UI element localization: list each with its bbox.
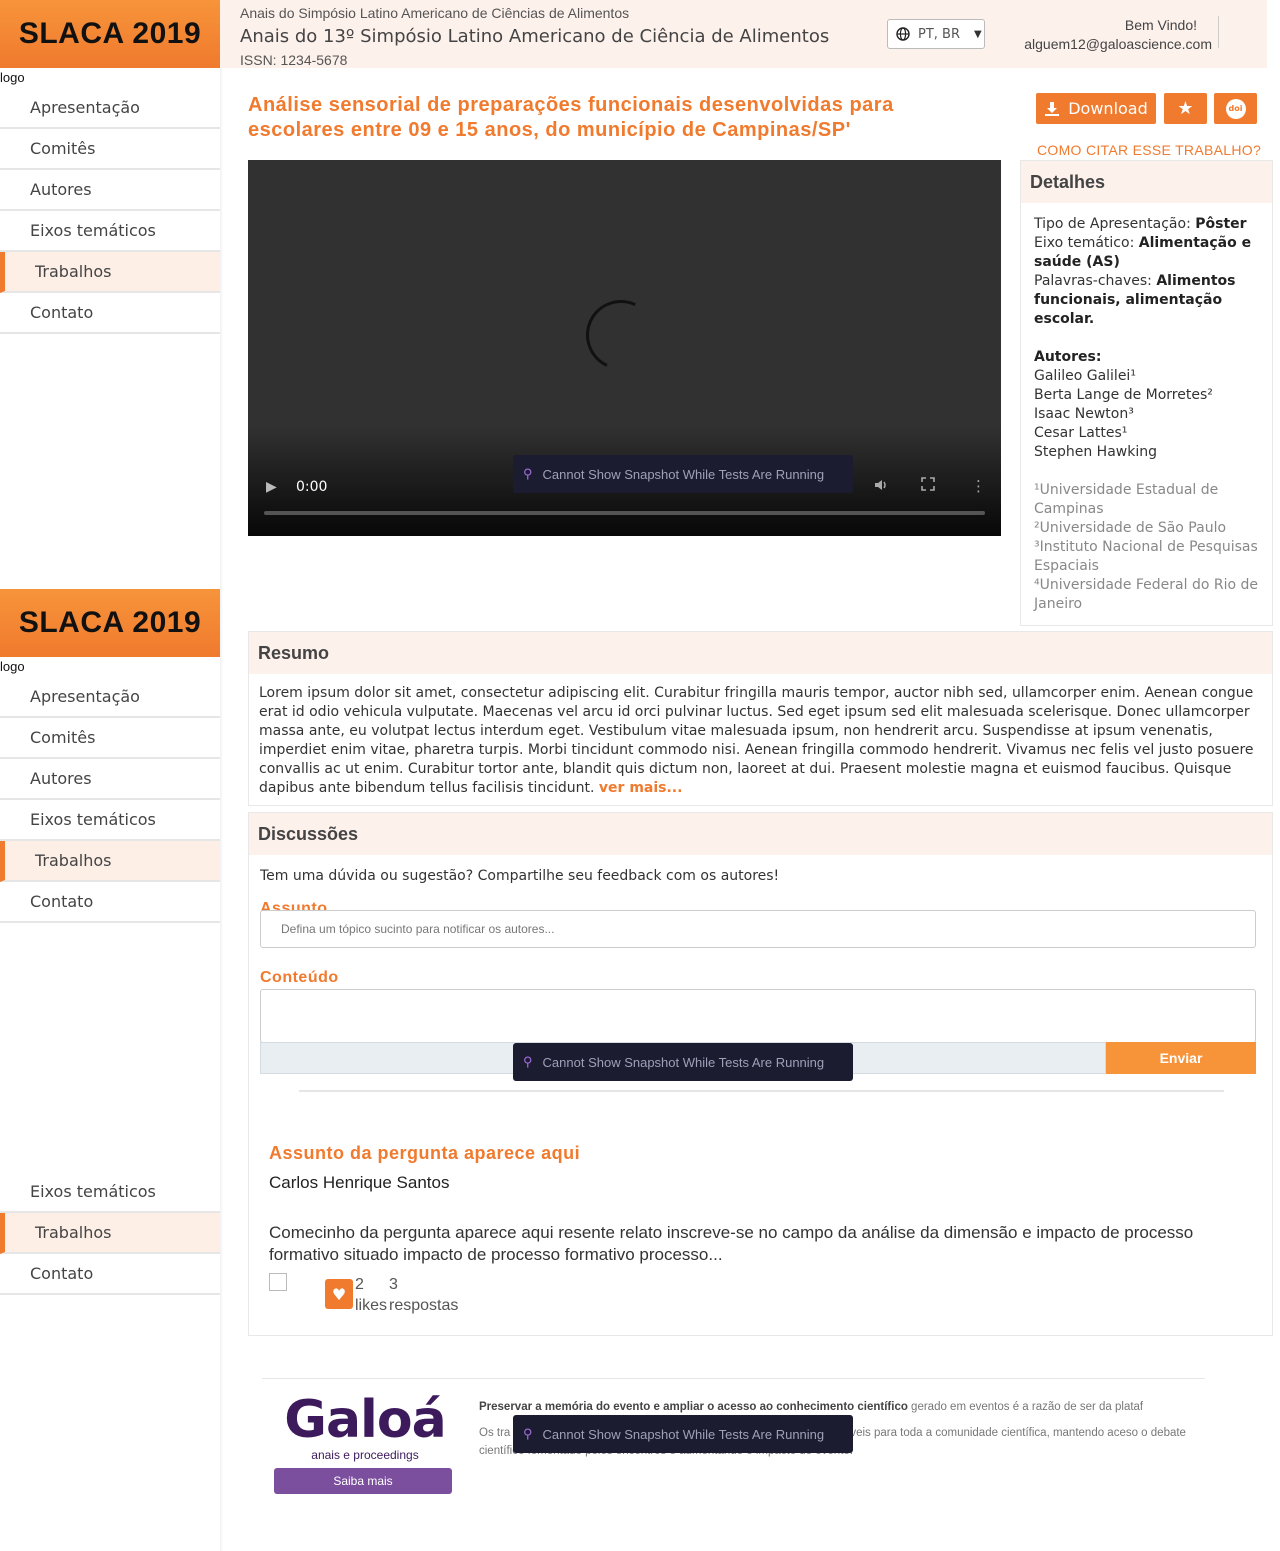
loading-spinner-icon <box>576 290 666 380</box>
sidebar-item-autores[interactable]: Autores <box>0 170 220 211</box>
sidebar-item-eixos[interactable]: Eixos temáticos <box>0 1172 220 1213</box>
tooltip-text: Cannot Show Snapshot While Tests Are Run… <box>542 466 825 482</box>
sidebar-item-trabalhos[interactable]: Trabalhos <box>0 841 220 882</box>
question-author: Carlos Henrique Santos <box>269 1173 450 1192</box>
conteudo-textarea[interactable] <box>260 989 1256 1043</box>
affiliation-item: ¹Universidade Estadual de Campinas <box>1034 482 1219 517</box>
affiliation-item: ³Instituto Nacional de Pesquisas Espacia… <box>1034 539 1258 574</box>
ver-mais-link[interactable]: ver mais... <box>599 780 683 796</box>
logo-image: logo <box>0 659 25 674</box>
sidebar: SLACA 2019 logo Apresentação Comitês Aut… <box>0 0 220 334</box>
top-header: Anais do Simpósio Latino Americano de Ci… <box>220 0 1267 68</box>
star-icon: ★ <box>1177 98 1194 119</box>
heart-icon: ♥ <box>331 1284 347 1304</box>
detail-palavras: Palavras-chaves: Alimentos funcionais, a… <box>1034 273 1236 327</box>
snapshot-tooltip: ⚲ Cannot Show Snapshot While Tests Are R… <box>513 1043 853 1081</box>
user-email: alguem12@galoascience.com <box>1024 36 1212 52</box>
brand-title[interactable]: SLACA 2019 <box>0 589 220 657</box>
sidebar-item-autores[interactable]: Autores <box>0 759 220 800</box>
page-title: Análise sensorial de preparações funcion… <box>248 94 894 141</box>
question-card[interactable]: Assunto da pergunta aparece aqui Carlos … <box>248 1130 1273 1336</box>
welcome-text: Bem Vindo! <box>1124 17 1197 33</box>
galoa-logo: Galoá <box>284 1390 446 1450</box>
discussoes-heading: Discussões <box>249 813 1272 855</box>
cite-link[interactable]: COMO CITAR ESSE TRABALHO? <box>1037 142 1261 158</box>
header-title: Anais do 13º Simpósio Latino Americano d… <box>240 26 830 47</box>
sidebar-item-comites[interactable]: Comitês <box>0 129 220 170</box>
likes-stat: 2 likes <box>355 1276 388 1314</box>
sidebar-repeat-partial: Eixos temáticos Trabalhos Contato <box>0 1172 220 1295</box>
doi-button[interactable]: doi <box>1214 93 1257 124</box>
tooltip-text: Cannot Show Snapshot While Tests Are Run… <box>542 1426 825 1442</box>
sidebar-item-apresentacao[interactable]: Apresentação <box>0 88 220 129</box>
fullscreen-icon[interactable] <box>921 477 935 495</box>
galoa-logo-block: Galoá anais e proceedings Saiba mais <box>274 1388 452 1494</box>
detail-eixo: Eixo temático: Alimentação e saúde (AS) <box>1034 235 1252 270</box>
video-time: 0:00 <box>296 479 328 495</box>
more-options-icon[interactable]: ⋮ <box>971 477 986 495</box>
author-item: Isaac Newton³ <box>1034 406 1134 422</box>
enviar-button[interactable]: Enviar <box>1106 1042 1256 1074</box>
favorite-button[interactable]: ★ <box>1164 93 1207 124</box>
sidebar-item-contato[interactable]: Contato <box>0 1254 220 1295</box>
language-value: PT, BR <box>918 26 960 42</box>
download-button[interactable]: Download <box>1036 93 1156 124</box>
header-subtitle: Anais do Simpósio Latino Americano de Ci… <box>240 5 630 21</box>
details-panel: Detalhes Tipo de Apresentação: Pôster Ei… <box>1020 160 1273 626</box>
brand-title[interactable]: SLACA 2019 <box>0 0 220 68</box>
affiliation-item: ²Universidade de São Paulo <box>1034 520 1227 536</box>
authors-label: Autores: <box>1034 349 1102 365</box>
pin-icon: ⚲ <box>523 1426 533 1441</box>
play-icon[interactable]: ▶ <box>266 479 277 495</box>
like-button[interactable]: ♥ <box>325 1279 353 1309</box>
doi-icon: doi <box>1225 98 1246 119</box>
video-progress-track[interactable] <box>264 511 985 515</box>
detail-tipo: Tipo de Apresentação: Pôster <box>1034 216 1247 232</box>
question-body: Comecinho da pergunta aparece aqui resen… <box>269 1223 1194 1264</box>
conteudo-label: Conteúdo <box>260 969 339 986</box>
language-selector[interactable]: PT, BR ▼ <box>887 19 985 49</box>
volume-icon[interactable] <box>873 477 889 497</box>
assunto-input[interactable]: Defina um tópico sucinto para notificar … <box>260 910 1256 948</box>
logo-image: logo <box>0 70 25 85</box>
sidebar-item-eixos[interactable]: Eixos temáticos <box>0 800 220 841</box>
author-avatar <box>269 1273 287 1291</box>
tooltip-text: Cannot Show Snapshot While Tests Are Run… <box>542 1054 825 1070</box>
author-item: Stephen Hawking <box>1034 444 1157 460</box>
avatar[interactable] <box>1199 16 1219 48</box>
author-item: Galileo Galilei¹ <box>1034 368 1136 384</box>
sidebar-item-comites[interactable]: Comitês <box>0 718 220 759</box>
author-item: Cesar Lattes¹ <box>1034 425 1128 441</box>
footer-divider <box>262 1378 1205 1379</box>
sidebar-repeat: SLACA 2019 logo Apresentação Comitês Aut… <box>0 589 220 923</box>
snapshot-tooltip: ⚲ Cannot Show Snapshot While Tests Are R… <box>513 1415 853 1453</box>
resumo-heading: Resumo <box>249 632 1272 674</box>
header-issn: ISSN: 1234-5678 <box>240 52 348 68</box>
sidebar-item-trabalhos[interactable]: Trabalhos <box>0 252 220 293</box>
caret-down-icon: ▼ <box>974 28 982 40</box>
discussoes-section: Discussões Tem uma dúvida ou sugestão? C… <box>248 812 1273 1132</box>
resumo-text: Lorem ipsum dolor sit amet, consectetur … <box>259 685 1254 796</box>
sidebar-item-contato[interactable]: Contato <box>0 293 220 334</box>
sidebar-divider <box>220 0 223 1551</box>
sidebar-item-eixos[interactable]: Eixos temáticos <box>0 211 220 252</box>
replies-stat[interactable]: 3 respostas <box>389 1274 458 1316</box>
saiba-mais-button[interactable]: Saiba mais <box>274 1468 452 1494</box>
snapshot-tooltip: ⚲ Cannot Show Snapshot While Tests Are R… <box>513 455 853 493</box>
globe-icon <box>896 27 910 41</box>
sidebar-item-apresentacao[interactable]: Apresentação <box>0 677 220 718</box>
discussoes-intro: Tem uma dúvida ou sugestão? Compartilhe … <box>260 868 780 884</box>
sidebar-item-contato[interactable]: Contato <box>0 882 220 923</box>
sidebar-item-trabalhos[interactable]: Trabalhos <box>0 1213 220 1254</box>
affiliation-item: ⁴Universidade Federal do Rio de Janeiro <box>1034 577 1258 612</box>
download-label: Download <box>1068 99 1148 118</box>
details-heading: Detalhes <box>1021 161 1272 203</box>
download-icon <box>1045 101 1060 116</box>
question-title[interactable]: Assunto da pergunta aparece aqui <box>269 1143 580 1164</box>
author-item: Berta Lange de Morretes² <box>1034 387 1213 403</box>
pin-icon: ⚲ <box>523 466 533 481</box>
resumo-section: Resumo Lorem ipsum dolor sit amet, conse… <box>248 631 1273 806</box>
pin-icon: ⚲ <box>523 1054 533 1069</box>
divider <box>299 1090 1224 1092</box>
